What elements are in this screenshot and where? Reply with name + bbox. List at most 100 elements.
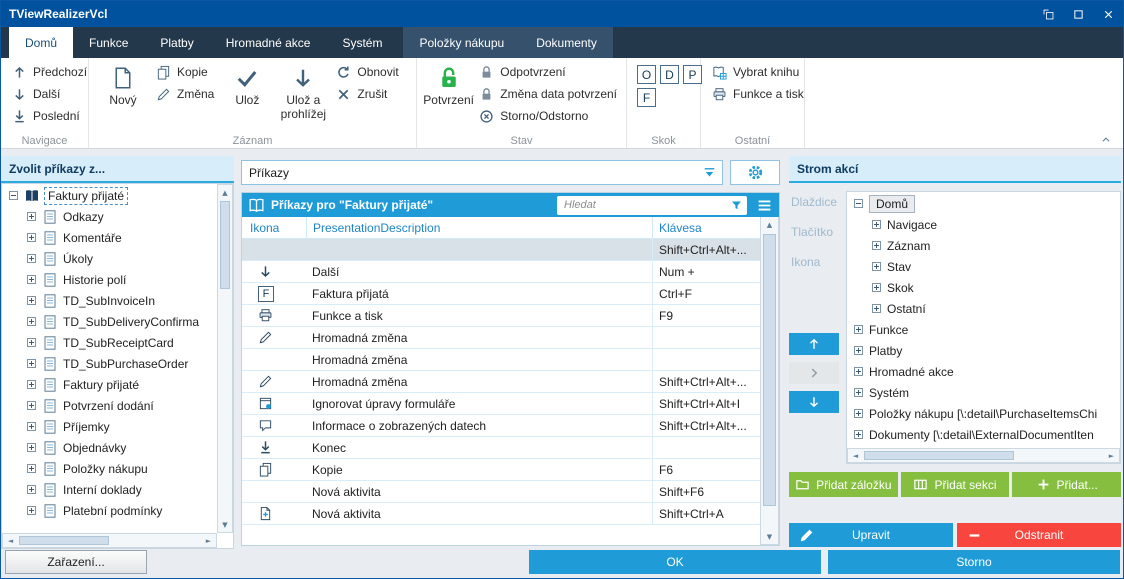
table-row[interactable]: Funkce a tisk F9 bbox=[242, 305, 760, 327]
zrusit-button[interactable]: Zrušit bbox=[331, 83, 403, 105]
close-button[interactable] bbox=[1093, 1, 1123, 27]
tree-item[interactable]: Ostatní bbox=[847, 298, 1120, 319]
option-tlacitko[interactable]: Tlačítko bbox=[789, 221, 844, 243]
expand-box-icon[interactable] bbox=[27, 464, 36, 473]
scroll-up-icon[interactable]: ▲ bbox=[218, 185, 232, 200]
action-tree-horizontal-scrollbar[interactable]: ◄ ► bbox=[847, 448, 1120, 463]
tab-dokumenty[interactable]: Dokumenty bbox=[520, 27, 613, 58]
expand-box-icon[interactable] bbox=[27, 254, 36, 263]
table-row[interactable]: Informace o zobrazených datech Shift+Ctr… bbox=[242, 415, 760, 437]
obnovit-button[interactable]: Obnovit bbox=[331, 61, 403, 83]
tree-item[interactable]: Interní doklady bbox=[2, 479, 217, 500]
expand-box-icon[interactable] bbox=[27, 485, 36, 494]
tree-item[interactable]: Úkoly bbox=[2, 248, 217, 269]
table-row[interactable]: Další Num + bbox=[242, 261, 760, 283]
storno-odstorno-button[interactable]: Storno/Odstorno bbox=[474, 105, 622, 127]
table-row[interactable]: Shift+Ctrl+Alt+... bbox=[242, 239, 760, 261]
expand-box-icon[interactable] bbox=[854, 367, 863, 376]
tree-item[interactable]: Historie polí bbox=[2, 269, 217, 290]
tree-item[interactable]: Domů bbox=[847, 193, 1120, 214]
tree-item[interactable]: Dokumenty [\:detail\ExternalDocumentIten bbox=[847, 424, 1120, 445]
skok-d-button[interactable]: D bbox=[660, 65, 679, 84]
tree-item[interactable]: TD_SubInvoiceIn bbox=[2, 290, 217, 311]
expand-box-icon[interactable] bbox=[872, 241, 881, 250]
scroll-left-icon[interactable]: ◄ bbox=[848, 449, 863, 462]
edit-button[interactable]: Upravit bbox=[789, 523, 953, 547]
scroll-up-icon[interactable]: ▲ bbox=[761, 217, 778, 232]
tree-item[interactable]: Systém bbox=[847, 382, 1120, 403]
tab-system[interactable]: Systém bbox=[326, 27, 398, 58]
collapse-box-icon[interactable] bbox=[854, 199, 863, 208]
tree-item[interactable]: TD_SubPurchaseOrder bbox=[2, 353, 217, 374]
posledni-button[interactable]: Poslední bbox=[7, 105, 92, 127]
tab-platby[interactable]: Platby bbox=[144, 27, 209, 58]
tree-item[interactable]: Navigace bbox=[847, 214, 1120, 235]
maximize-button[interactable] bbox=[1063, 1, 1093, 27]
tree-item[interactable]: Hromadné akce bbox=[847, 361, 1120, 382]
tree-item[interactable]: Skok bbox=[847, 277, 1120, 298]
table-row[interactable]: Kopie F6 bbox=[242, 459, 760, 481]
expand-box-icon[interactable] bbox=[27, 275, 36, 284]
expand-box-icon[interactable] bbox=[854, 346, 863, 355]
storno-button[interactable]: Storno bbox=[828, 550, 1120, 574]
tree-item[interactable]: Příjemky bbox=[2, 416, 217, 437]
float-window-button[interactable] bbox=[1033, 1, 1063, 27]
tab-hromadne-akce[interactable]: Hromadné akce bbox=[210, 27, 327, 58]
skok-p-button[interactable]: P bbox=[683, 65, 702, 84]
scroll-down-icon[interactable]: ▼ bbox=[761, 529, 778, 544]
scroll-down-icon[interactable]: ▼ bbox=[218, 517, 232, 532]
scrollbar-thumb[interactable] bbox=[220, 201, 230, 289]
expand-box-icon[interactable] bbox=[27, 359, 36, 368]
funkce-a-tisk-button[interactable]: Funkce a tisk bbox=[707, 83, 809, 105]
tab-domu[interactable]: Domů bbox=[9, 27, 74, 58]
scrollbar-thumb[interactable] bbox=[864, 451, 1014, 460]
expand-box-icon[interactable] bbox=[27, 212, 36, 221]
zarazeni-button[interactable]: Zařazení... bbox=[5, 550, 147, 574]
zmena-button[interactable]: Změna bbox=[151, 83, 219, 105]
skok-o-button[interactable]: O bbox=[637, 65, 656, 84]
move-down-button[interactable] bbox=[789, 391, 839, 413]
kopie-button[interactable]: Kopie bbox=[151, 61, 219, 83]
expand-box-icon[interactable] bbox=[27, 317, 36, 326]
add-section-button[interactable]: Přidat sekci bbox=[900, 472, 1010, 497]
tree-item[interactable]: Faktury přijaté bbox=[2, 185, 217, 206]
column-header-klavesa[interactable]: Klávesa bbox=[652, 217, 760, 238]
scrollbar-thumb[interactable] bbox=[19, 536, 109, 545]
move-up-button[interactable] bbox=[789, 333, 839, 355]
tree-item[interactable]: Položky nákupu [\:detail\PurchaseItemsCh… bbox=[847, 403, 1120, 424]
delete-button[interactable]: Odstranit bbox=[957, 523, 1121, 547]
expand-box-icon[interactable] bbox=[27, 380, 36, 389]
settings-button[interactable] bbox=[730, 160, 780, 185]
option-dlazdice[interactable]: Dlaždice bbox=[789, 191, 844, 213]
scroll-right-icon[interactable]: ► bbox=[1104, 449, 1119, 462]
tree-item[interactable]: Potvrzení dodání bbox=[2, 395, 217, 416]
expand-box-icon[interactable] bbox=[872, 283, 881, 292]
table-row[interactable]: Nová aktivita Shift+Ctrl+A bbox=[242, 503, 760, 525]
tree-item[interactable]: Odkazy bbox=[2, 206, 217, 227]
scroll-right-icon[interactable]: ► bbox=[201, 534, 216, 547]
uloz-a-prohlizej-button[interactable]: Ulož a prohlížej bbox=[275, 61, 331, 122]
collapse-box-icon[interactable] bbox=[9, 191, 18, 200]
tree-item[interactable]: Komentáře bbox=[2, 227, 217, 248]
add-bookmark-button[interactable]: Přidat záložku bbox=[789, 472, 898, 497]
filter-funnel-icon[interactable] bbox=[730, 199, 743, 212]
add-button[interactable]: Přidat... bbox=[1012, 472, 1122, 497]
tab-funkce[interactable]: Funkce bbox=[73, 27, 144, 58]
tree-item[interactable]: Platby bbox=[847, 340, 1120, 361]
expand-box-icon[interactable] bbox=[872, 304, 881, 313]
tree-item[interactable]: Funkce bbox=[847, 319, 1120, 340]
table-row[interactable]: Ignorovat úpravy formuláře Shift+Ctrl+Al… bbox=[242, 393, 760, 415]
tree-item[interactable]: Platební podmínky bbox=[2, 500, 217, 521]
tree-item[interactable]: Objednávky bbox=[2, 437, 217, 458]
option-ikona[interactable]: Ikona bbox=[789, 251, 844, 273]
table-row[interactable]: Konec bbox=[242, 437, 760, 459]
odpotvrzeni-button[interactable]: Odpotvrzení bbox=[474, 61, 622, 83]
expand-box-icon[interactable] bbox=[854, 325, 863, 334]
expand-box-icon[interactable] bbox=[854, 409, 863, 418]
expand-box-icon[interactable] bbox=[854, 388, 863, 397]
expand-box-icon[interactable] bbox=[27, 338, 36, 347]
left-tree-vertical-scrollbar[interactable]: ▲ ▼ bbox=[217, 184, 233, 533]
dropdown-icon[interactable] bbox=[701, 164, 718, 181]
expand-box-icon[interactable] bbox=[854, 430, 863, 439]
expand-box-icon[interactable] bbox=[27, 296, 36, 305]
